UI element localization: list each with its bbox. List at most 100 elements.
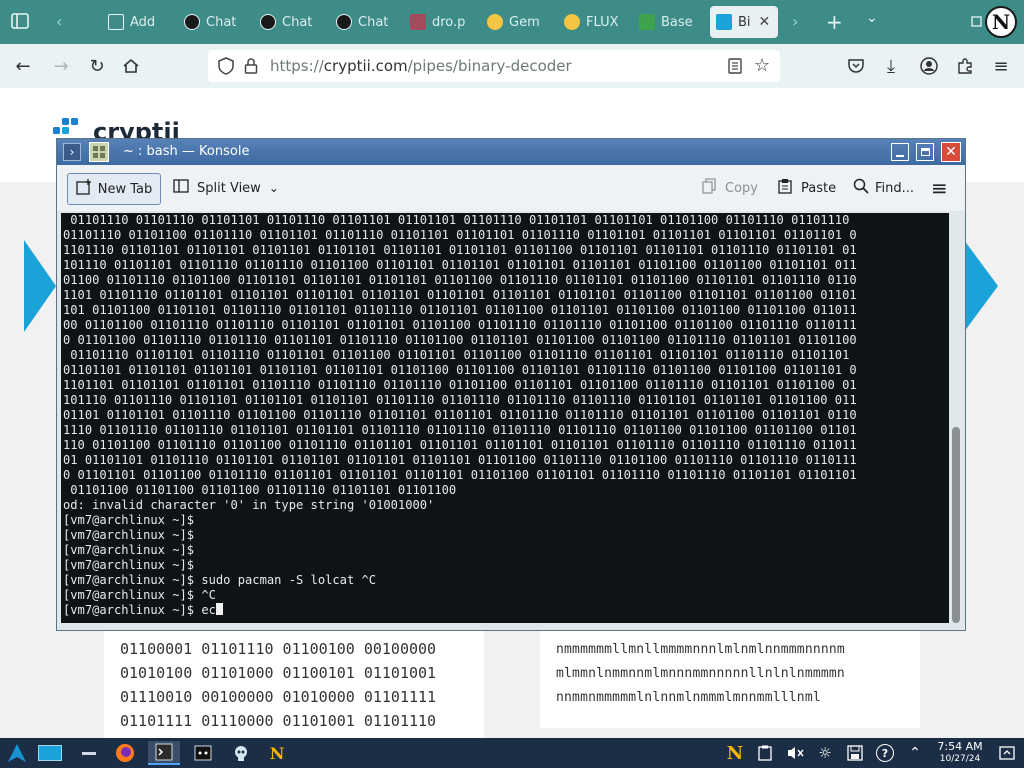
help-icon[interactable]: ? bbox=[872, 741, 898, 765]
shield-icon[interactable] bbox=[218, 57, 234, 79]
split-view-button[interactable]: Split View ⌄ bbox=[173, 173, 279, 203]
copy-button[interactable]: Copy bbox=[701, 173, 758, 203]
scrollbar-thumb[interactable] bbox=[952, 427, 960, 623]
lock-icon[interactable] bbox=[244, 57, 258, 79]
tab-flux[interactable]: FLUX bbox=[564, 6, 624, 38]
home-icon[interactable] bbox=[118, 53, 144, 79]
menu-hamburger-icon[interactable]: ≡ bbox=[988, 53, 1014, 79]
edit-icon bbox=[108, 14, 124, 30]
desktop-icon[interactable] bbox=[34, 741, 66, 765]
tab-scroll-left-icon[interactable]: ‹ bbox=[56, 12, 62, 31]
chatgpt-icon bbox=[336, 14, 352, 30]
text-line: nnmmnmmmmmlnlnnmlnmmmlmnnmmlllnml bbox=[556, 690, 821, 705]
maximize-icon[interactable] bbox=[916, 143, 934, 161]
url-prefix: https:// bbox=[270, 57, 324, 75]
hamburger-menu-icon[interactable]: ≡ bbox=[931, 173, 948, 203]
binary-line: 01100001 01101110 01100100 00100000 bbox=[120, 640, 437, 658]
new-tab-icon[interactable]: + bbox=[826, 10, 843, 34]
clipboard-icon[interactable] bbox=[752, 741, 778, 765]
tab-list-chevron-icon[interactable]: ⌄ bbox=[866, 10, 878, 26]
restore-window-icon[interactable] bbox=[970, 12, 984, 33]
new-tab-button[interactable]: New Tab bbox=[67, 173, 161, 205]
brightness-icon[interactable]: ☼ bbox=[812, 741, 838, 765]
paste-icon bbox=[777, 178, 793, 198]
binary-line: 01010100 01101000 01100101 01101001 bbox=[120, 664, 437, 682]
taskbar: N N ☼ ? ⌃ 7:54 AM 10/27/24 bbox=[0, 738, 1024, 768]
account-icon[interactable] bbox=[916, 53, 942, 79]
tray-expand-icon[interactable]: ⌃ bbox=[902, 741, 928, 765]
cryptii-icon bbox=[716, 14, 732, 30]
back-icon[interactable]: ← bbox=[10, 53, 36, 79]
tab-base64[interactable]: Base bbox=[639, 6, 701, 38]
hugging-face-icon bbox=[487, 14, 503, 30]
paste-label: Paste bbox=[801, 180, 837, 196]
firefox-icon[interactable] bbox=[112, 741, 138, 765]
copy-icon bbox=[701, 178, 717, 198]
save-icon[interactable] bbox=[842, 741, 868, 765]
minimize-icon[interactable] bbox=[891, 143, 909, 161]
reload-icon[interactable]: ↻ bbox=[84, 53, 110, 79]
tab-label: Base bbox=[661, 14, 693, 30]
tab-label: FLUX bbox=[586, 14, 619, 30]
url-bar[interactable]: https://cryptii.com/pipes/binary-decoder… bbox=[208, 50, 780, 82]
url-domain: cryptii.com bbox=[323, 57, 408, 75]
hugging-face-icon bbox=[564, 14, 580, 30]
terminal-area[interactable]: 01101110 01101110 01101101 01101110 0110… bbox=[61, 213, 949, 623]
tab-chat-3[interactable]: Chat bbox=[336, 6, 396, 38]
tab-add[interactable]: Add bbox=[108, 6, 168, 38]
pocket-icon[interactable] bbox=[843, 53, 869, 79]
tab-chat-1[interactable]: Chat bbox=[184, 6, 244, 38]
find-button[interactable]: Find... bbox=[853, 173, 914, 203]
konsole-task-icon[interactable] bbox=[148, 741, 180, 765]
url-text: https://cryptii.com/pipes/binary-decoder bbox=[270, 57, 572, 75]
text-line: nmmmmmmllmnllmmmmnnnlmlnmlnnmmmnnnnm bbox=[556, 642, 845, 657]
tab-label: Chat bbox=[282, 14, 313, 30]
binary-line: 01110010 00100000 01010000 01101111 bbox=[120, 688, 437, 706]
reader-view-icon[interactable] bbox=[728, 58, 742, 78]
tab-gem[interactable]: Gem bbox=[487, 6, 547, 38]
volume-muted-icon[interactable] bbox=[782, 741, 808, 765]
arch-launcher-icon[interactable] bbox=[4, 741, 30, 765]
chatgpt-icon bbox=[184, 14, 200, 30]
new-tab-icon bbox=[76, 179, 92, 199]
clock-time: 7:54 AM bbox=[937, 740, 983, 753]
tab-chat-2[interactable]: Chat bbox=[260, 6, 320, 38]
netscape-profile-icon[interactable]: N bbox=[985, 6, 1017, 38]
page-icon bbox=[410, 14, 426, 30]
konsole-app-icon bbox=[89, 142, 109, 162]
paste-button[interactable]: Paste bbox=[777, 173, 836, 203]
tab-binary-decoder[interactable]: Bi ✕ bbox=[710, 6, 778, 38]
close-tab-icon[interactable]: ✕ bbox=[759, 14, 771, 30]
window-title: ~ : bash — Konsole bbox=[123, 144, 250, 159]
find-label: Find... bbox=[875, 180, 915, 196]
notes-app-icon[interactable]: N bbox=[264, 741, 290, 765]
text-output-card: nmmmmmmllmnllmmmmnnnlmlnmlnnmmmnnnnm mlm… bbox=[540, 628, 920, 728]
forward-icon[interactable]: → bbox=[48, 53, 74, 79]
alien-app-icon[interactable] bbox=[228, 741, 254, 765]
binary-line: 01101111 01110000 01101001 01101110 bbox=[120, 712, 437, 730]
tab-dropbox[interactable]: dro.p bbox=[410, 6, 474, 38]
terminal-task-icon[interactable] bbox=[190, 741, 216, 765]
tab-scroll-right-icon[interactable]: › bbox=[792, 12, 798, 31]
window-menu-icon[interactable]: › bbox=[63, 143, 81, 161]
search-icon bbox=[853, 178, 869, 198]
konsole-window: › ~ : bash — Konsole ✕ New Tab Split Vie… bbox=[56, 138, 966, 631]
bookmark-star-icon[interactable]: ☆ bbox=[754, 55, 770, 76]
clock-date: 10/27/24 bbox=[939, 754, 981, 764]
tab-label: Bi bbox=[738, 14, 751, 30]
copy-label: Copy bbox=[725, 180, 758, 196]
close-icon[interactable]: ✕ bbox=[941, 142, 961, 162]
app-tray-icon[interactable]: N bbox=[722, 741, 748, 765]
downloads-icon[interactable]: ⤓ bbox=[878, 53, 904, 79]
extensions-icon[interactable] bbox=[952, 53, 978, 79]
split-view-label: Split View bbox=[197, 180, 261, 196]
konsole-title-bar[interactable]: › ~ : bash — Konsole ✕ bbox=[57, 139, 965, 165]
dash-icon[interactable] bbox=[76, 741, 102, 765]
terminal-scrollbar[interactable] bbox=[952, 213, 960, 623]
tab-label: dro.p bbox=[432, 14, 466, 30]
sidebar-toggle-icon[interactable] bbox=[10, 11, 30, 36]
show-desktop-icon[interactable] bbox=[994, 741, 1020, 765]
url-path: /pipes/binary-decoder bbox=[407, 57, 572, 75]
clock[interactable]: 7:54 AM 10/27/24 bbox=[934, 740, 986, 765]
new-tab-label: New Tab bbox=[97, 181, 153, 197]
